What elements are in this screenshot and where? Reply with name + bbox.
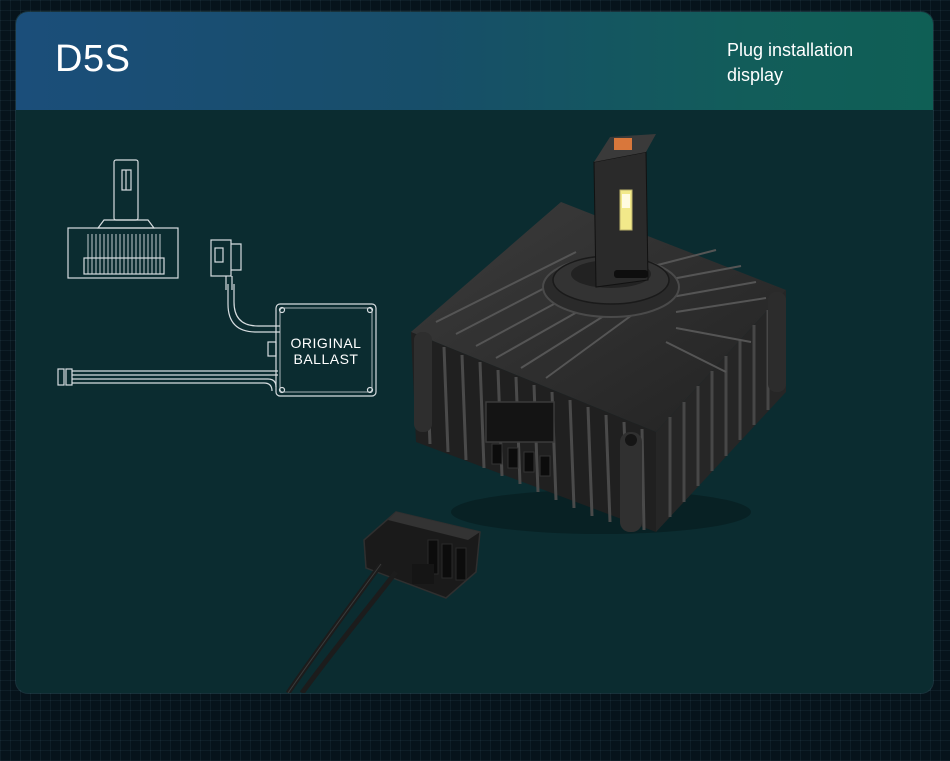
bulb-outline-icon [67, 159, 179, 279]
wire-harness-icon [57, 368, 278, 392]
plug-connector-image [285, 511, 481, 693]
installation-illustration: ORIGINAL BALLAST [57, 134, 786, 693]
connector-outline-icon [210, 239, 280, 333]
led-bulb-product-image [411, 134, 786, 534]
ballast-label-line2: BALLAST [294, 351, 359, 367]
product-card: D5S Plug installation display ORIGINAL B… [16, 12, 933, 693]
ballast-label-line1: ORIGINAL [291, 335, 362, 351]
